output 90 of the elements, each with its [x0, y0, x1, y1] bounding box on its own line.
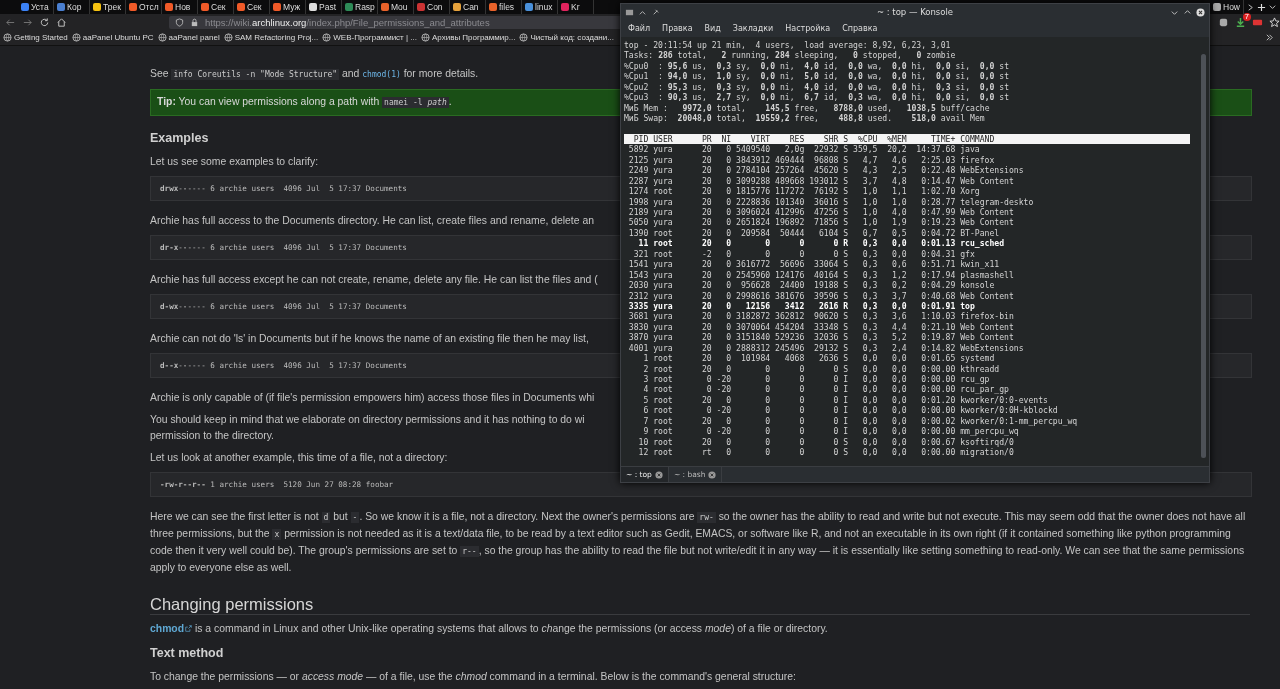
paragraph: You should keep in mind that we elaborate on directory permissions and it has nothing to do wi permission to the directory.: [150, 413, 585, 443]
paragraph: Let us see some examples to clarify:: [150, 155, 319, 169]
process-row-text: 2125 yura 20 0 3843912 469444 96808 S 4,7 4,6 2:25.03 firefox: [627, 154, 996, 166]
window-menu-icon[interactable]: [625, 7, 634, 17]
globe-icon: [223, 33, 233, 42]
terminal-line: %Cpu1 : 94,0 us, 1,0 sy, 0,0 ni, 5,0 id, 0,0 wa, 0,0 hi, 0,0 si, 0,0 st: [624, 71, 1011, 82]
process-row-text: 2 root 20 0 0 0 0 S 0,0 0,0 0:00.00 kthreadd: [642, 363, 1001, 374]
heading: Text method: [150, 645, 224, 661]
close-tab-icon[interactable]: [708, 470, 717, 479]
globe-icon: [157, 33, 167, 42]
process-row-text: 6 root 0 -20 0 0 0 I 0,0 0,0 0:00.00 kworker/0:0H-kblockd: [642, 405, 1059, 416]
process-row-text: 1 root 20 0 101984 4068 2636 S 0,0 0,0 0:01.65 systemd: [642, 353, 996, 364]
external-link-icon: [185, 625, 193, 632]
download-icon[interactable]: [1235, 16, 1246, 28]
bookmark[interactable]: Чистый код: создани...: [519, 33, 614, 42]
menu-item[interactable]: Настройка: [785, 24, 831, 33]
maximize-icon[interactable]: [1183, 7, 1192, 17]
close-icon[interactable]: [1196, 7, 1205, 17]
terminal-line: МиБ Mem : 9972,0 total, 145,5 free, 8788,0 used, 1038,5 buff/cache: [624, 102, 991, 114]
pin-icon[interactable]: [651, 7, 660, 17]
globe-icon: [71, 33, 81, 42]
terminal-line: Tasks: 286 total, 2 running, 284 sleeping, 0 stopped, 0 zombie: [624, 50, 957, 61]
terminal-line: МиБ Swap: 20048,0 total, 19559,2 free, 488,8 used. 518,0 avail Mem: [624, 113, 986, 124]
globe-icon: [519, 33, 529, 42]
process-row-text: 1274 root 20 0 1815776 117272 76192 S 1,0 1,1 1:02.70 Xorg: [627, 186, 981, 197]
tab-list-icon[interactable]: [1268, 2, 1277, 12]
globe-icon: [420, 33, 430, 42]
process-row-text: 321 root -2 0 0 0 0 S 0,3 0,0 0:04.31 gfx: [632, 248, 976, 260]
bookmark[interactable]: Архивы Программир...: [420, 33, 516, 42]
home-icon[interactable]: [56, 16, 67, 28]
star-icon[interactable]: [1269, 16, 1280, 28]
paragraph: Archie is only capable of (if file's permission empowers him) access those files in Documents whi: [150, 391, 595, 405]
scrollbar[interactable]: [1201, 54, 1206, 458]
paragraph: Archie has full access except he can not create, rename, delete any file. He can list the files and (: [150, 273, 598, 287]
process-row-text: 7 root 20 0 0 0 0 I 0,0 0,0 0:00.02 kworker/0:1-mm_percpu_wq: [642, 415, 1079, 427]
terminal-line: %Cpu3 : 90,3 us, 2,7 sy, 0,0 ni, 6,7 id, 0,3 wa, 0,0 hi, 0,0 si, 0,0 st: [624, 92, 1011, 103]
process-row-text: 11 root 20 0 0 0 0 R 0,3 0,0 0:01.13 rcu_sched: [637, 238, 1006, 249]
shield-icon: [175, 17, 184, 27]
manpage-link[interactable]: chmod(1): [362, 70, 401, 79]
paragraph: Here we can see the first letter is not d but - . So we know it is a file, not a directory. Next the owner's permissions are rw- so the owner has the ability to read and write but not execute. This may seem odd that the owner does not have all three permissions, but the x permission is not needed as it is a text/data file, to be read by a text editor such as Gedit, EMACS, or software like R, and not an executable in its own right (if it contained something like python programming code then it very well could be). The group's permissions are set to r-- , so the group has the ability to read the file but not write/edit it in any way — it is essentially like setting something to read-only. We can see that the same permissions apply to everyone else as well.: [150, 510, 1247, 575]
process-row-text: 2287 yura 20 0 3099288 489668 193012 S 3,7 4,8 0:14.47 Web Content: [627, 175, 1015, 187]
heading: Examples: [150, 130, 209, 146]
process-row-text: 12 root rt 0 0 0 0 S 0,0 0,0 0:00.00 migration/0: [637, 447, 1015, 458]
process-row-text: 3830 yura 20 0 3070064 454204 33348 S 0,3 4,4 0:21.10 Web Content: [627, 321, 1015, 333]
lock-icon: [190, 17, 199, 27]
menu-item[interactable]: Вид: [704, 24, 721, 33]
process-row-text: 5 root 20 0 0 0 0 I 0,0 0,0 0:01.20 kworker/0:0-events: [642, 394, 1049, 406]
process-row-text: 3681 yura 20 0 3182872 362812 90620 S 0,3 3,6 1:10.03 firefox-bin: [627, 311, 1015, 322]
process-table-header: PID USER PR NI VIRT RES SHR S %CPU %MEM TIME+ COMMAND: [624, 133, 1190, 145]
paragraph: Archie has full access to the Documents directory. He can list, create files and rename, delete an: [150, 214, 594, 228]
menu-item[interactable]: Правка: [662, 24, 693, 33]
process-row-text: 3870 yura 20 0 3151840 529236 32036 S 0,3 5,2 0:19.87 Web Content: [627, 332, 1015, 343]
section-heading: Changing permissions: [150, 596, 1250, 615]
paragraph: Archie can not do 'ls' in Documents but if he knows the name of an existing file then he may list,: [150, 332, 589, 346]
close-tab-icon[interactable]: [654, 470, 663, 479]
bookmark[interactable]: Getting Started: [3, 33, 68, 42]
process-row-text: 9 root 0 -20 0 0 0 I 0,0 0,0 0:00.00 mm_percpu_wq: [642, 426, 1020, 437]
paragraph: See info Coreutils -n "Mode Structure" and chmod(1) for more details.: [150, 67, 479, 82]
bookmark[interactable]: WEB-Программист | ...: [322, 33, 417, 42]
chmod-link[interactable]: chmod: [150, 623, 193, 634]
bookmark[interactable]: aaPanel panel: [157, 33, 220, 42]
more-bookmarks-icon[interactable]: [1265, 33, 1274, 42]
process-row-text: 4001 yura 20 0 2888312 245496 29132 S 0,3 2,4 0:14.82 WebExtensions: [627, 342, 1025, 354]
pocket-icon[interactable]: [1218, 16, 1229, 28]
globe-icon: [3, 33, 12, 42]
process-row-text: 1541 yura 20 0 3616772 56696 33064 S 0,3 0,6 0:51.71 kwin_x11: [627, 259, 1001, 270]
scroll-right-icon[interactable]: [1246, 2, 1255, 12]
process-row-text: 5050 yura 20 0 2651824 196892 71856 S 1,0 1,9 0:19.23 Web Content: [627, 217, 1015, 228]
menu-item[interactable]: Файл: [628, 24, 651, 33]
process-row-text: 2030 yura 20 0 956628 24400 19188 S 0,3 0,2 0:04.29 konsole: [627, 280, 996, 291]
process-row-text: 4 root 0 -20 0 0 0 I 0,0 0,0 0:00.00 rcu_par_gp: [642, 384, 1010, 395]
process-row-text: 2189 yura 20 0 3096024 412996 47256 S 1,0 4,0 0:47.99 Web Content: [627, 207, 1015, 218]
process-row-text: 2249 yura 20 0 2784104 257264 45620 S 4,3 2,5 0:22.48 WebExtensions: [627, 165, 1025, 176]
terminal-line: %Cpu0 : 95,6 us, 0,3 sy, 0,0 ni, 4,0 id, 0,0 wa, 0,0 hi, 0,0 si, 0,0 st: [624, 60, 1011, 72]
paragraph: To change the permissions — or access mode — of a file, use the chmod command in a terminal. Below is the command's general structure:: [150, 670, 796, 684]
bookmark[interactable]: SAM Refactoring Proj...: [223, 33, 319, 42]
bookmark[interactable]: aaPanel Ubuntu PC: [71, 33, 154, 42]
process-row-text: 10 root 20 0 0 0 0 S 0,0 0,0 0:00.67 ksoftirqd/0: [637, 436, 1015, 448]
terminal-line: top - 20:11:54 up 21 min, 4 users, load average: 8,92, 6,23, 3,01: [624, 40, 952, 51]
globe-icon: [322, 33, 332, 42]
process-row-text: 5892 yura 20 0 5409540 2,0g 22932 S 359,5 20,2 14:37.68 java: [627, 144, 981, 155]
menu-item[interactable]: Справка: [842, 24, 878, 33]
new-tab-icon[interactable]: [1257, 2, 1266, 12]
paragraph: chmod is a command in Linux and other Unix-like operating systems that allows to change the permissions (or access mode) of a file or directory.: [150, 622, 828, 636]
window-title: ~ : top — Konsole: [876, 7, 954, 17]
menu-item[interactable]: Закладки: [732, 24, 774, 33]
reload-icon[interactable]: [39, 16, 50, 28]
paragraph: Let us look at another example, this time of a file, not a directory:: [150, 451, 448, 465]
process-row-text: 3335 yura 20 0 12156 3412 2616 R 0,3 0,0 0:01.91 top: [627, 300, 976, 312]
process-row-text: 1543 yura 20 0 2545960 124176 40164 S 0,3 1,2 0:17.94 plasmashell: [627, 269, 1015, 281]
